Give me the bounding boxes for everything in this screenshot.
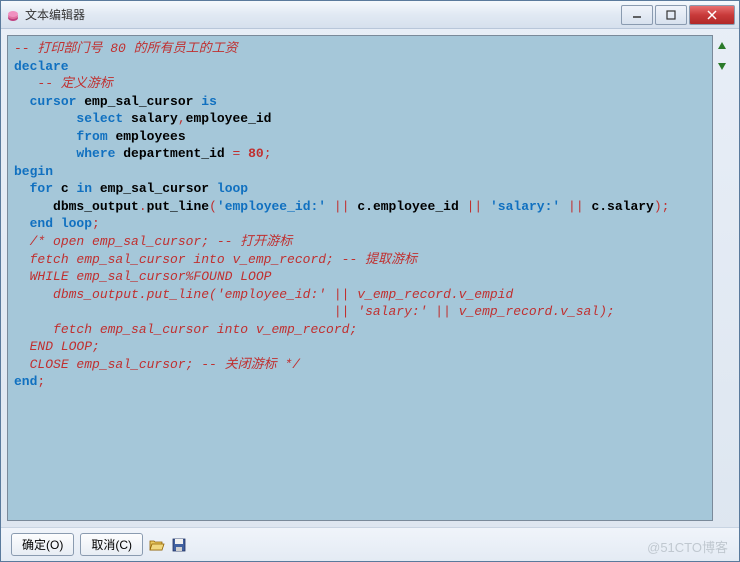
- cancel-button[interactable]: 取消(C): [80, 533, 143, 556]
- content-area: -- 打印部门号 80 的所有员工的工资 declare -- 定义游标 cur…: [1, 29, 739, 527]
- arrow-down-icon[interactable]: [715, 59, 729, 73]
- close-button[interactable]: [689, 5, 735, 25]
- code-editor[interactable]: -- 打印部门号 80 的所有员工的工资 declare -- 定义游标 cur…: [7, 35, 713, 521]
- minimize-button[interactable]: [621, 5, 653, 25]
- maximize-button[interactable]: [655, 5, 687, 25]
- ok-button[interactable]: 确定(O): [11, 533, 74, 556]
- text-editor-window: 文本编辑器 -- 打印部门号 80 的所有员工的工资 declare -- 定义…: [0, 0, 740, 562]
- arrow-up-icon[interactable]: [715, 39, 729, 53]
- bottom-toolbar: 确定(O) 取消(C): [1, 527, 739, 561]
- save-icon[interactable]: [171, 537, 187, 553]
- app-icon: [5, 7, 21, 23]
- window-title: 文本编辑器: [25, 6, 619, 23]
- titlebar: 文本编辑器: [1, 1, 739, 29]
- folder-open-icon[interactable]: [149, 537, 165, 553]
- code-content: -- 打印部门号 80 的所有员工的工资 declare -- 定义游标 cur…: [14, 40, 706, 391]
- watermark: @51CTO博客: [647, 537, 728, 556]
- window-controls: [619, 5, 735, 25]
- scroll-arrows: [715, 35, 733, 521]
